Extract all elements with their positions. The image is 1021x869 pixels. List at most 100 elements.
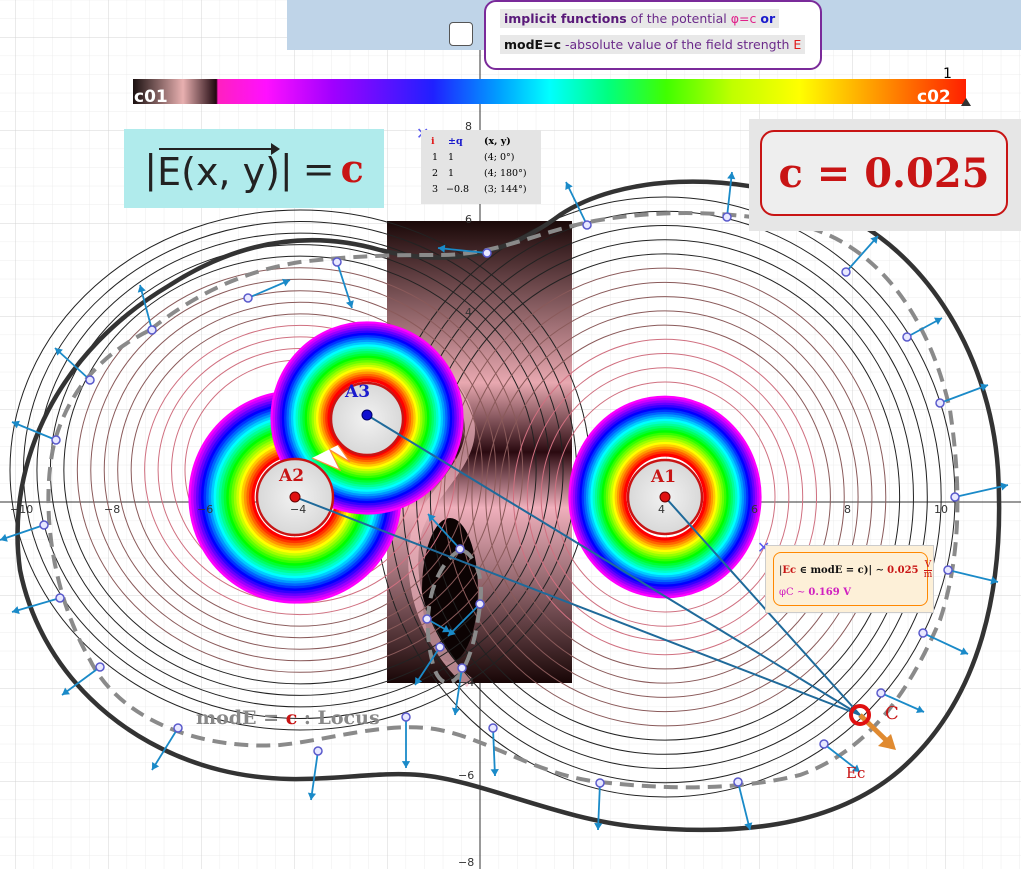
table-header: i ±q (x, y) [421, 136, 541, 150]
y-tick: −8 [458, 856, 474, 869]
arrow-handle[interactable] [841, 267, 851, 277]
x-tick: 4 [658, 503, 665, 516]
table-cell: 3 [432, 184, 439, 195]
table-header-cell: (x, y) [484, 136, 511, 147]
table-row: 3 −0.8 (3; 144°) [421, 184, 541, 198]
table-cell: (3; 144°) [484, 184, 527, 195]
arrow-handle[interactable] [819, 739, 829, 749]
arrow-handle[interactable] [422, 614, 432, 624]
info-box: |Ec ∈ modE = c)| ∼ 0.025 Vm φC ∼ 0.169 V [765, 545, 934, 613]
info-text: φC ∼ [779, 587, 806, 598]
arrow-handle[interactable] [918, 628, 928, 638]
arrow-handle[interactable] [95, 662, 105, 672]
locus-label: modE = c : Locus [196, 707, 380, 729]
info-line-2: φC ∼ 0.169 V [779, 587, 851, 598]
arrow-handle[interactable] [85, 375, 95, 385]
info-value: 0.169 V [808, 587, 851, 598]
label-a3: A3 [344, 382, 370, 402]
arrow-handle[interactable] [435, 642, 445, 652]
table-cell: 1 [448, 152, 455, 163]
label-a1: A1 [650, 467, 676, 487]
locus-text: : Locus [297, 707, 380, 729]
legend-line-2: modE=c -absolute value of the field stre… [500, 35, 806, 54]
colorbar-top-value: 1 [943, 66, 952, 82]
arrow-handle[interactable] [935, 398, 945, 408]
arrow-handle[interactable] [902, 332, 912, 342]
x-tick: 10 [934, 503, 948, 516]
arrow-handle[interactable] [332, 257, 342, 267]
info-value: 0.025 [887, 565, 919, 576]
formula-box: | E(x, y) | = c [124, 129, 384, 208]
info-line-1: |Ec ∈ modE = c)| ∼ 0.025 Vm [779, 561, 933, 580]
label-a2: A2 [278, 466, 304, 486]
c-value-panel: c = 0.025 [749, 119, 1021, 231]
arrow-handle[interactable] [455, 544, 465, 554]
legend-text: -absolute value of the field strength [564, 37, 790, 52]
legend-key-implicit: implicit functions [504, 11, 627, 26]
y-tick: −6 [458, 769, 474, 782]
formula-eq: = [302, 146, 335, 191]
legend-phi: φ=c [730, 11, 757, 26]
arrow-handle[interactable] [457, 663, 467, 673]
y-tick: 4 [465, 306, 472, 319]
arrow-handle[interactable] [733, 777, 743, 787]
colorbar-slider-icon[interactable] [961, 98, 971, 106]
arrow-handle[interactable] [401, 712, 411, 722]
x-tick: 6 [751, 503, 758, 516]
point-a1[interactable] [659, 491, 671, 503]
arrow-handle[interactable] [475, 599, 485, 609]
arrow-handle[interactable] [313, 746, 323, 756]
table-header-cell: ±q [448, 136, 463, 147]
legend-key-mode: modE=c [504, 37, 561, 52]
x-tick: −4 [290, 503, 306, 516]
point-a3[interactable] [361, 409, 373, 421]
arrow-handle[interactable] [147, 325, 157, 335]
table-cell: (4; 180°) [484, 168, 527, 179]
arrow-handle[interactable] [950, 492, 960, 502]
legend-or: or [760, 11, 776, 26]
table-cell: −0.8 [446, 184, 470, 195]
toggle-checkbox[interactable] [449, 22, 473, 46]
table-cell: (4; 0°) [484, 152, 515, 163]
formula-rhs: c [340, 146, 364, 191]
y-tick: 6 [465, 213, 472, 226]
arrow-handle[interactable] [876, 688, 886, 698]
formula-bar-left: | [144, 146, 158, 191]
arrow-handle[interactable] [482, 248, 492, 258]
info-unit-den: m [923, 570, 933, 580]
arrow-handle[interactable] [722, 212, 732, 222]
formula-lhs: E(x, y) [157, 142, 280, 194]
x-tick: −8 [104, 503, 120, 516]
info-vec: Ec [782, 565, 797, 576]
x-tick: −6 [197, 503, 213, 516]
table-row: 2 1 (4; 180°) [421, 168, 541, 182]
table-header-cell: i [431, 136, 435, 147]
arrow-handle[interactable] [488, 723, 498, 733]
colorbar[interactable] [133, 79, 966, 104]
table-cell: 1 [432, 152, 439, 163]
arrow-handle[interactable] [55, 593, 65, 603]
arrow-handle[interactable] [173, 723, 183, 733]
info-text: ∈ modE = c)| ∼ [796, 565, 884, 576]
charges-table: i ±q (x, y) 1 1 (4; 0°) 2 1 (4; 180°) 3 … [421, 130, 541, 204]
arrow-handle[interactable] [582, 220, 592, 230]
legend-line-1: implicit functions of the potential φ=c … [500, 9, 780, 28]
table-cell: 1 [448, 168, 455, 179]
info-box-inner: |Ec ∈ modE = c)| ∼ 0.025 Vm φC ∼ 0.169 V [773, 552, 933, 606]
label-c: C [885, 703, 899, 724]
locus-text: modE = [196, 707, 286, 729]
arrow-handle[interactable] [943, 565, 953, 575]
legend-box: implicit functions of the potential φ=c … [484, 0, 822, 70]
formula-bar-right: | [279, 146, 293, 191]
point-a2[interactable] [289, 491, 301, 503]
table-cell: 2 [432, 168, 439, 179]
colorbar-right-label: c02 [917, 87, 951, 107]
x-tick: 8 [844, 503, 851, 516]
arrow-handle[interactable] [39, 520, 49, 530]
arrow-handle[interactable] [243, 293, 253, 303]
arrow-handle[interactable] [595, 778, 605, 788]
legend-text: of the potential [630, 11, 727, 26]
arrow-handle[interactable] [51, 435, 61, 445]
x-tick: −10 [10, 503, 33, 516]
c-value[interactable]: c = 0.025 [760, 130, 1008, 216]
